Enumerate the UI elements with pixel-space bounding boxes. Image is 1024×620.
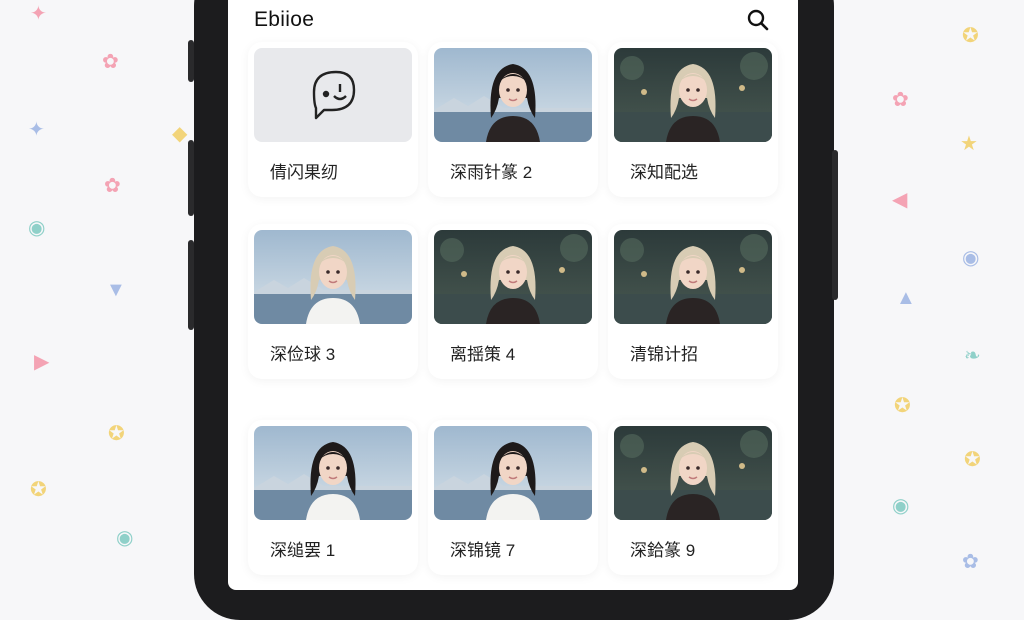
character-name: 离揺策 4: [450, 345, 516, 364]
character-name: 深俭球 3: [270, 345, 336, 364]
character-card[interactable]: 深雨针篆 2: [428, 42, 598, 197]
sparkle-icon: ✦: [30, 3, 47, 25]
volume-down-button[interactable]: [188, 140, 194, 216]
app-title: Ebiioe: [254, 8, 315, 31]
character-card[interactable]: 深锦镜 7: [428, 420, 598, 575]
app-screen: Ebiioe 倩闪果纫 深雨针篆 2 深知配选深俭球 3 离揺策 4 清锦计招深缒罢 1…: [228, 0, 798, 590]
star-icon: ✪: [894, 395, 911, 417]
character-thumbnail: [254, 426, 412, 520]
chat-bubble-icon: ◉: [116, 527, 134, 549]
volume-up-button[interactable]: [188, 40, 194, 82]
character-thumbnail: [254, 230, 412, 324]
star-icon: ★: [960, 133, 978, 155]
character-name: 倩闪果纫: [270, 163, 338, 182]
character-name: 深知配选: [630, 163, 698, 182]
power-button[interactable]: [832, 150, 838, 300]
play-icon: ▶: [34, 351, 50, 373]
character-thumbnail: [434, 230, 592, 324]
search-button[interactable]: [744, 6, 772, 34]
star-badge-icon: ✿: [102, 51, 119, 73]
character-name: 深鉿篆 9: [630, 541, 696, 560]
triangle-icon: ▲: [896, 287, 916, 309]
star-icon: ✪: [964, 449, 981, 471]
mute-switch[interactable]: [188, 240, 194, 330]
heart-icon: ▼: [106, 279, 126, 301]
character-name: 深雨针篆 2: [450, 163, 533, 182]
character-thumbnail: [614, 426, 772, 520]
character-card[interactable]: 倩闪果纫: [248, 42, 418, 197]
star-badge-icon: ✿: [104, 175, 121, 197]
character-card[interactable]: 深知配选: [608, 42, 778, 197]
sparkle-icon: ✦: [28, 119, 45, 141]
search-icon: [747, 9, 769, 31]
star-icon: ✪: [30, 479, 47, 501]
character-thumbnail: [434, 426, 592, 520]
star-badge-icon: ✿: [892, 89, 909, 111]
character-card[interactable]: 深鉿篆 9: [608, 420, 778, 575]
placeholder-thumbnail: [254, 48, 412, 142]
character-thumbnail: [614, 230, 772, 324]
diamond-icon: ◆: [172, 123, 188, 145]
app-bar: Ebiioe: [254, 8, 772, 36]
chat-bubble-icon: ◉: [28, 217, 46, 239]
star-icon: ✪: [962, 25, 979, 47]
star-badge-icon: ✿: [962, 551, 979, 573]
play-icon: ◀: [892, 189, 908, 211]
chat-bubble-icon: ◉: [892, 495, 910, 517]
character-name: 清锦计招: [630, 345, 698, 364]
star-icon: ✪: [108, 423, 125, 445]
character-name: 深锦镜 7: [450, 541, 516, 560]
feather-icon: ❧: [964, 345, 981, 367]
character-name: 深缒罢 1: [270, 541, 336, 560]
character-card[interactable]: 深俭球 3: [248, 224, 418, 379]
character-card[interactable]: 深缒罢 1: [248, 420, 418, 575]
character-card[interactable]: 清锦计招: [608, 224, 778, 379]
character-thumbnail: [614, 48, 772, 142]
character-card[interactable]: 离揺策 4: [428, 224, 598, 379]
character-thumbnail: [434, 48, 592, 142]
chat-bubble-icon: ◉: [962, 247, 980, 269]
